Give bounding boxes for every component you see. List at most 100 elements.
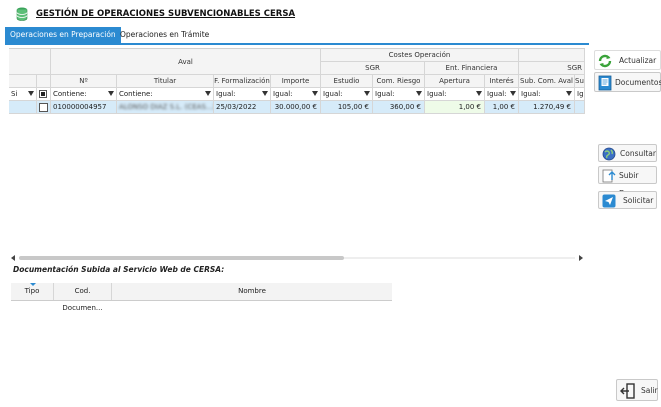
consultar-button[interactable]: Consultar (598, 144, 657, 162)
filter-icon[interactable] (205, 91, 211, 96)
cell-titular[interactable]: ALONSO DIAZ S.L. (CEAS...) (117, 101, 214, 114)
header-apertura[interactable]: Apertura (425, 75, 485, 88)
filter-mode-label: Igual: (375, 90, 395, 98)
header-estudio[interactable]: Estudio (321, 75, 373, 88)
header-group-aval: Aval (51, 49, 321, 75)
doc-col-cod-documento[interactable]: Cod. Documen... (54, 283, 112, 312)
header-group-ent-financiera: Ent. Financiera (425, 62, 519, 75)
doc-grid-header: Tipo Cod. Documen... Nombre (11, 283, 392, 312)
consultar-label: Consultar (620, 149, 656, 158)
cell-com-riesgo[interactable]: 360,00 € (373, 101, 425, 114)
header-numero[interactable]: Nº (51, 75, 117, 88)
filter-icon[interactable] (416, 91, 422, 96)
filter-mode-label: Igual: (427, 90, 447, 98)
upload-document-icon (602, 169, 616, 183)
doc-col-nombre[interactable]: Nombre (112, 283, 392, 300)
filter-mode-label: Ig (577, 90, 584, 98)
database-icon (16, 7, 28, 21)
actualizar-label: Actualizar (619, 56, 657, 65)
checkbox-indeterminate-mark (41, 92, 45, 96)
scroll-thumb[interactable] (19, 256, 344, 260)
row-checkbox[interactable] (39, 103, 48, 112)
tab-operaciones-preparacion[interactable]: Operaciones en Preparación (5, 27, 121, 43)
salir-button[interactable]: Salir (616, 379, 658, 401)
cell-sub-com[interactable]: 1.270,49 € (519, 101, 575, 114)
cell-apertura[interactable]: 1,00 € (425, 101, 485, 114)
filter-check[interactable] (37, 88, 51, 101)
filter-mode-label: Igual: (521, 90, 541, 98)
cell-numero[interactable]: 010000004957 (51, 101, 117, 114)
filter-su[interactable]: Ig (575, 88, 585, 101)
header-su[interactable]: Su (575, 75, 585, 88)
filter-fecha[interactable]: Igual: (214, 88, 271, 101)
header-fecha-formalizacion[interactable]: F. Formalización (214, 75, 271, 88)
filter-mode-label: Igual: (273, 90, 293, 98)
header-group-costes: Costes Operación (321, 49, 519, 62)
globe-icon (602, 147, 616, 161)
cell-interes[interactable]: 1,00 € (485, 101, 519, 114)
exit-door-icon (620, 383, 635, 399)
filter-icon[interactable] (566, 91, 572, 96)
header-check-blank (37, 75, 51, 88)
filter-importe[interactable]: Igual: (271, 88, 321, 101)
doc-col-tipo[interactable]: Tipo (11, 283, 54, 300)
horizontal-scrollbar[interactable] (9, 254, 585, 262)
header-interes[interactable]: Interés (485, 75, 519, 88)
tab-operaciones-tramite[interactable]: Operaciones en Trámite (115, 27, 214, 43)
cell-su[interactable] (575, 101, 585, 114)
filter-icon[interactable] (108, 91, 114, 96)
filter-icon[interactable] (312, 91, 318, 96)
filter-icon[interactable] (476, 91, 482, 96)
filter-estudio[interactable]: Igual: (321, 88, 373, 101)
filter-icon[interactable] (28, 91, 34, 96)
filter-titular[interactable]: Contiene: (117, 88, 214, 101)
row-si-cell[interactable] (9, 101, 37, 114)
filter-com-riesgo[interactable]: Igual: (373, 88, 425, 101)
filter-mode-label: Contiene: (53, 90, 87, 98)
header-blank (9, 49, 51, 75)
title-bar: GESTIÓN DE OPERACIONES SUBVENCIONABLES C… (0, 0, 661, 27)
filter-sub-com[interactable]: Igual: (519, 88, 575, 101)
document-icon (598, 75, 612, 91)
documentos-label: Documentos (615, 78, 661, 87)
scroll-right-arrow-icon[interactable] (579, 255, 583, 261)
cell-estudio[interactable]: 105,00 € (321, 101, 373, 114)
solicitar-button[interactable]: Solicitar (598, 191, 657, 209)
filter-icon[interactable] (510, 91, 516, 96)
filter-mode-label: Igual: (323, 90, 343, 98)
refresh-icon (598, 54, 612, 68)
cell-titular-value: ALONSO DIAZ S.L. (CEAS...) (119, 103, 214, 111)
row-check-cell[interactable] (37, 101, 51, 114)
header-importe[interactable]: Importe (271, 75, 321, 88)
cell-fecha[interactable]: 25/03/2022 (214, 101, 271, 114)
page-title: GESTIÓN DE OPERACIONES SUBVENCIONABLES C… (36, 9, 296, 19)
filter-icon[interactable] (262, 91, 268, 96)
filter-mode-label: Contiene: (119, 90, 153, 98)
filter-icon[interactable] (364, 91, 370, 96)
header-com-riesgo[interactable]: Com. Riesgo (373, 75, 425, 88)
actualizar-button[interactable]: Actualizar (594, 50, 661, 70)
documentos-button[interactable]: Documentos (594, 72, 661, 92)
operations-grid: Aval Costes Operación SGR Ent. Financier… (9, 48, 585, 114)
filter-apertura[interactable]: Igual: (425, 88, 485, 101)
filter-si-label: Si (11, 90, 18, 98)
tab-bar: Operaciones en Preparación Operaciones e… (5, 27, 589, 45)
header-sub-com-aval[interactable]: Sub. Com. Aval (519, 75, 575, 88)
send-icon (602, 194, 616, 208)
header-group-sgr: SGR (321, 62, 425, 75)
filter-mode-label: Igual: (216, 90, 236, 98)
doc-section-title: Documentación Subida al Servicio Web de … (13, 265, 225, 274)
solicitar-label: Solicitar (623, 196, 654, 205)
filter-numero[interactable]: Contiene: (51, 88, 117, 101)
scroll-left-arrow-icon[interactable] (11, 255, 15, 261)
header-titular[interactable]: Titular (117, 75, 214, 88)
header-si-blank (9, 75, 37, 88)
cell-importe[interactable]: 30.000,00 € (271, 101, 321, 114)
header-group-sgr-2: SGR (519, 62, 585, 75)
filter-si[interactable]: Si (9, 88, 37, 101)
subir-doc-button[interactable]: Subir Doc. (598, 166, 657, 198)
filter-mode-label: Igual: (487, 90, 507, 98)
filter-interes[interactable]: Igual: (485, 88, 519, 101)
header-group-costes-cont (519, 49, 585, 62)
salir-label: Salir (641, 386, 658, 395)
